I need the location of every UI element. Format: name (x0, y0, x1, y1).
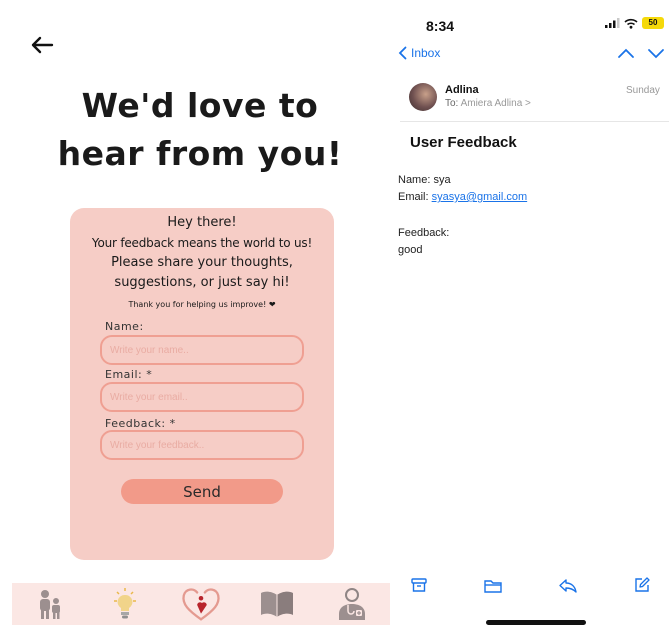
reply-icon (558, 578, 577, 593)
nav-doctor[interactable] (330, 584, 374, 624)
archive-button[interactable] (408, 574, 430, 596)
nav-home[interactable] (179, 584, 223, 624)
nav-library[interactable] (255, 584, 299, 624)
battery-indicator: 50 (642, 17, 664, 29)
chevron-up-icon (618, 48, 634, 58)
feedback-label: Feedback: * (105, 417, 176, 430)
body-feedback-heading: Feedback: (398, 227, 450, 239)
compose-button[interactable] (631, 574, 653, 596)
body-feedback-value: good (398, 244, 423, 256)
heart-hands-icon (182, 588, 220, 621)
status-icons: 50 (605, 17, 664, 29)
next-message-button[interactable] (646, 45, 666, 61)
lightbulb-icon (114, 588, 137, 619)
thanks-note: Thank you for helping us improve! ❤ (128, 300, 276, 309)
mail-toolbar (392, 574, 669, 604)
intro-line: Please share your thoughts, (111, 255, 293, 270)
email-link[interactable]: syasya@gmail.com (432, 191, 528, 203)
divider (400, 121, 669, 122)
chevron-left-icon (398, 46, 407, 60)
mail-screen: 8:34 50 Inbox Adlina To: Amiera Adlina >… (392, 0, 669, 625)
family-icon (39, 590, 60, 619)
chevron-down-icon (648, 49, 664, 59)
feedback-card: Hey there! Your feedback means the world… (70, 208, 334, 560)
intro-greeting: Hey there! (167, 215, 237, 230)
folder-icon (484, 579, 503, 593)
email-input[interactable] (100, 382, 304, 412)
reply-button[interactable] (557, 574, 579, 596)
message-date: Sunday (626, 85, 660, 96)
previous-message-button[interactable] (616, 45, 636, 61)
card-intro: Hey there! Your feedback means the world… (70, 213, 334, 293)
bottom-nav (12, 583, 390, 625)
book-icon (260, 591, 293, 617)
wifi-icon (624, 18, 638, 29)
email-prefix: Email: (398, 191, 429, 203)
back-label: Inbox (411, 46, 441, 60)
avatar[interactable] (409, 83, 437, 111)
signal-icon (605, 18, 620, 28)
feedback-screen: We'd love to hear from you! Hey there! Y… (0, 0, 390, 625)
archive-icon (411, 577, 427, 592)
page-title: We'd love to hear from you! (57, 86, 343, 173)
back-to-inbox-button[interactable]: Inbox (398, 46, 440, 60)
feedback-input[interactable] (100, 430, 304, 460)
send-button[interactable]: Send (121, 479, 283, 504)
recipient-line[interactable]: To: Amiera Adlina > (445, 98, 531, 109)
intro-line: Your feedback means the world to us! (91, 236, 313, 250)
nav-ideas[interactable] (103, 584, 147, 624)
sender-name[interactable]: Adlina (445, 84, 479, 96)
name-input[interactable] (100, 335, 304, 365)
message-subject: User Feedback (410, 134, 517, 151)
compose-icon (635, 577, 650, 592)
intro-line: suggestions, or just say hi! (114, 275, 290, 290)
body-email-line: Email: syasya@gmail.com (398, 191, 527, 203)
doctor-icon (339, 588, 366, 620)
body-name-line: Name: sya (398, 174, 451, 186)
name-label: Name: (105, 320, 144, 333)
recipient-name: Amiera Adlina > (460, 98, 531, 109)
move-to-folder-button[interactable] (482, 574, 504, 596)
home-indicator[interactable] (486, 620, 586, 625)
email-label: Email: * (105, 368, 153, 381)
message-nav (616, 45, 666, 61)
to-prefix: To: (445, 98, 459, 109)
status-time: 8:34 (426, 18, 455, 34)
back-arrow-icon[interactable] (30, 35, 54, 55)
nav-family[interactable] (28, 584, 72, 624)
